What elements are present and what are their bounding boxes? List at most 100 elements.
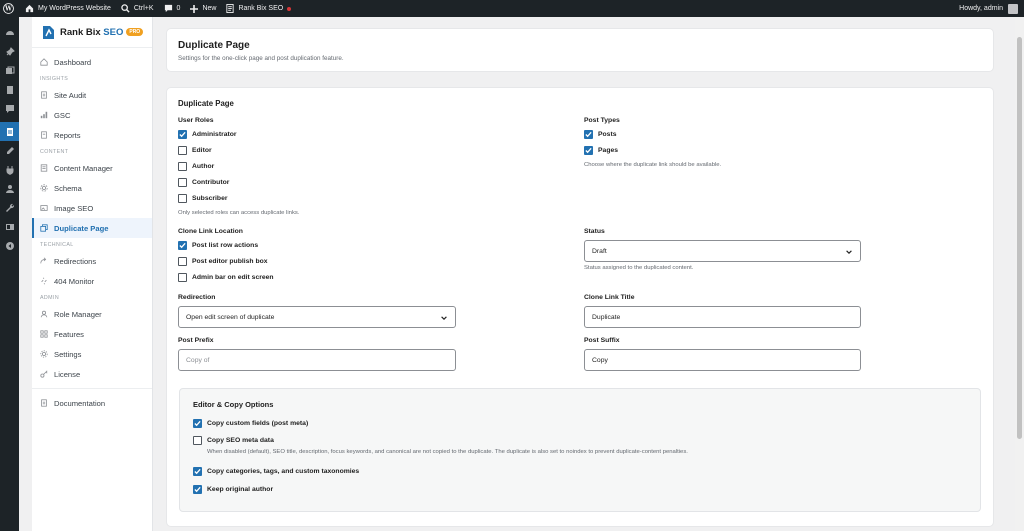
new-content-link[interactable]: New bbox=[185, 0, 221, 17]
sidebar-item-schema[interactable]: Schema bbox=[32, 178, 152, 198]
wordpress-logo-icon[interactable]: W bbox=[0, 0, 20, 17]
post-suffix-input[interactable]: Copy bbox=[584, 349, 861, 371]
media-menu-icon[interactable] bbox=[0, 61, 19, 80]
section-title: Duplicate Page bbox=[178, 99, 234, 108]
checkbox-unchecked-icon bbox=[193, 435, 202, 445]
checkbox-checked-icon bbox=[584, 129, 593, 139]
users-menu-icon[interactable] bbox=[0, 179, 19, 198]
role-editor-checkbox[interactable]: Editor bbox=[178, 142, 237, 158]
sidebar-item-gsc[interactable]: GSC bbox=[32, 105, 152, 125]
checkbox-checked-icon bbox=[178, 240, 187, 250]
sidebar-item-404-monitor[interactable]: 404 Monitor bbox=[32, 271, 152, 291]
plus-icon bbox=[190, 4, 199, 13]
page-subtitle: Settings for the one-click page and post… bbox=[178, 55, 344, 62]
dashboard-menu-icon[interactable] bbox=[0, 23, 19, 42]
document-icon bbox=[41, 91, 47, 99]
sidebar-item-reports[interactable]: Reports bbox=[32, 125, 152, 145]
post-type-posts-checkbox[interactable]: Posts bbox=[584, 126, 618, 142]
redirection-label: Redirection bbox=[178, 294, 216, 301]
sidebar-item-duplicate-page[interactable]: Duplicate Page bbox=[32, 218, 152, 238]
greeting-label: Howdy, admin bbox=[959, 5, 1003, 12]
comments-link[interactable]: 0 bbox=[159, 0, 186, 17]
clone-title-input[interactable]: Duplicate bbox=[584, 306, 861, 328]
home-icon bbox=[25, 4, 34, 13]
keep-author-checkbox[interactable]: Keep original author bbox=[193, 481, 273, 497]
collapse-menu-icon[interactable] bbox=[0, 236, 19, 255]
status-select[interactable]: Draft bbox=[584, 240, 861, 262]
role-author-checkbox[interactable]: Author bbox=[178, 158, 237, 174]
sidebar-divider bbox=[32, 388, 152, 389]
role-administrator-checkbox[interactable]: Administrator bbox=[178, 126, 237, 142]
post-type-pages-checkbox[interactable]: Pages bbox=[584, 142, 618, 158]
site-name-label: My WordPress Website bbox=[38, 5, 111, 12]
post-suffix-label: Post Suffix bbox=[584, 337, 620, 344]
role-contributor-checkbox[interactable]: Contributor bbox=[178, 174, 237, 190]
checkbox-checked-icon bbox=[584, 145, 593, 155]
sidebar-item-site-audit[interactable]: Site Audit bbox=[32, 85, 152, 105]
user-roles-help: Only selected roles can access duplicate… bbox=[178, 210, 300, 216]
pin-menu-icon[interactable] bbox=[0, 42, 19, 61]
redirection-select[interactable]: Open edit screen of duplicate bbox=[178, 306, 456, 328]
settings-card: Duplicate Page User Roles Administrator … bbox=[166, 87, 994, 527]
role-subscriber-checkbox[interactable]: Subscriber bbox=[178, 190, 237, 206]
post-types-help: Choose where the duplicate link should b… bbox=[584, 162, 722, 168]
search-icon bbox=[121, 4, 130, 13]
image-icon bbox=[40, 205, 48, 211]
rank-bix-adminbar-link[interactable]: Rank Bix SEO bbox=[221, 0, 296, 17]
sidebar-item-redirections[interactable]: Redirections bbox=[32, 251, 152, 271]
sidebar-item-image-seo[interactable]: Image SEO bbox=[32, 198, 152, 218]
scrollbar-thumb[interactable] bbox=[1017, 37, 1022, 439]
sidebar-item-role-manager[interactable]: Role Manager bbox=[32, 304, 152, 324]
user-icon bbox=[40, 310, 48, 318]
post-prefix-input[interactable]: Copy of bbox=[178, 349, 456, 371]
copy-icon bbox=[40, 224, 48, 232]
sidebar-item-documentation[interactable]: Documentation bbox=[32, 393, 152, 413]
section-label-insights: INSIGHTS bbox=[40, 75, 69, 82]
sidebar-item-content-manager[interactable]: Content Manager bbox=[32, 158, 152, 178]
sidebar-item-features[interactable]: Features bbox=[32, 324, 152, 344]
rank-bix-adminbar-label: Rank Bix SEO bbox=[238, 5, 284, 12]
editor-copy-title: Editor & Copy Options bbox=[193, 400, 274, 409]
clone-title-label: Clone Link Title bbox=[584, 294, 635, 301]
settings-menu-icon[interactable] bbox=[0, 217, 19, 236]
chevron-down-icon bbox=[441, 316, 447, 320]
broken-link-icon bbox=[41, 277, 47, 285]
tools-menu-icon[interactable] bbox=[0, 198, 19, 217]
clone-editor-publish-checkbox[interactable]: Post editor publish box bbox=[178, 253, 274, 269]
checkbox-checked-icon bbox=[178, 129, 187, 139]
plugins-menu-icon[interactable] bbox=[0, 160, 19, 179]
copy-taxonomies-checkbox[interactable]: Copy categories, tags, and custom taxono… bbox=[193, 463, 359, 479]
clone-location-label: Clone Link Location bbox=[178, 228, 243, 235]
comment-icon bbox=[164, 4, 172, 13]
clone-admin-bar-checkbox[interactable]: Admin bar on edit screen bbox=[178, 269, 274, 285]
copy-custom-fields-checkbox[interactable]: Copy custom fields (post meta) bbox=[193, 415, 308, 431]
command-search[interactable]: Ctrl+K bbox=[116, 0, 159, 17]
page-scrollbar[interactable] bbox=[1015, 17, 1024, 531]
admin-bar: W My WordPress Website Ctrl+K 0 New Rank… bbox=[0, 0, 1024, 17]
comments-count: 0 bbox=[176, 5, 181, 12]
sidebar-item-dashboard[interactable]: Dashboard bbox=[32, 52, 152, 72]
checkbox-unchecked-icon bbox=[178, 193, 187, 203]
pages-menu-icon[interactable] bbox=[0, 80, 19, 99]
appearance-menu-icon[interactable] bbox=[0, 141, 19, 160]
sidebar-item-license[interactable]: License bbox=[32, 364, 152, 384]
status-help: Status assigned to the duplicated conten… bbox=[584, 265, 694, 271]
site-name-link[interactable]: My WordPress Website bbox=[20, 0, 116, 17]
page-title: Duplicate Page bbox=[178, 40, 250, 51]
comments-menu-icon[interactable] bbox=[0, 99, 19, 118]
document-icon bbox=[41, 399, 47, 407]
rank-bix-menu-icon[interactable] bbox=[0, 122, 19, 141]
gear-icon bbox=[40, 350, 48, 358]
checkbox-unchecked-icon bbox=[178, 177, 187, 187]
user-roles-label: User Roles bbox=[178, 117, 214, 124]
user-menu[interactable]: Howdy, admin bbox=[954, 0, 1024, 17]
clone-post-list-checkbox[interactable]: Post list row actions bbox=[178, 237, 274, 253]
checkbox-unchecked-icon bbox=[178, 145, 187, 155]
brand: Rank Bix SEO PRO bbox=[32, 17, 152, 48]
sidebar-item-settings[interactable]: Settings bbox=[32, 344, 152, 364]
checkbox-unchecked-icon bbox=[178, 272, 187, 282]
copy-seo-meta-checkbox[interactable]: Copy SEO meta data bbox=[193, 432, 274, 448]
pro-badge: PRO bbox=[126, 28, 144, 36]
grid-icon bbox=[40, 330, 48, 338]
new-label: New bbox=[202, 5, 217, 12]
